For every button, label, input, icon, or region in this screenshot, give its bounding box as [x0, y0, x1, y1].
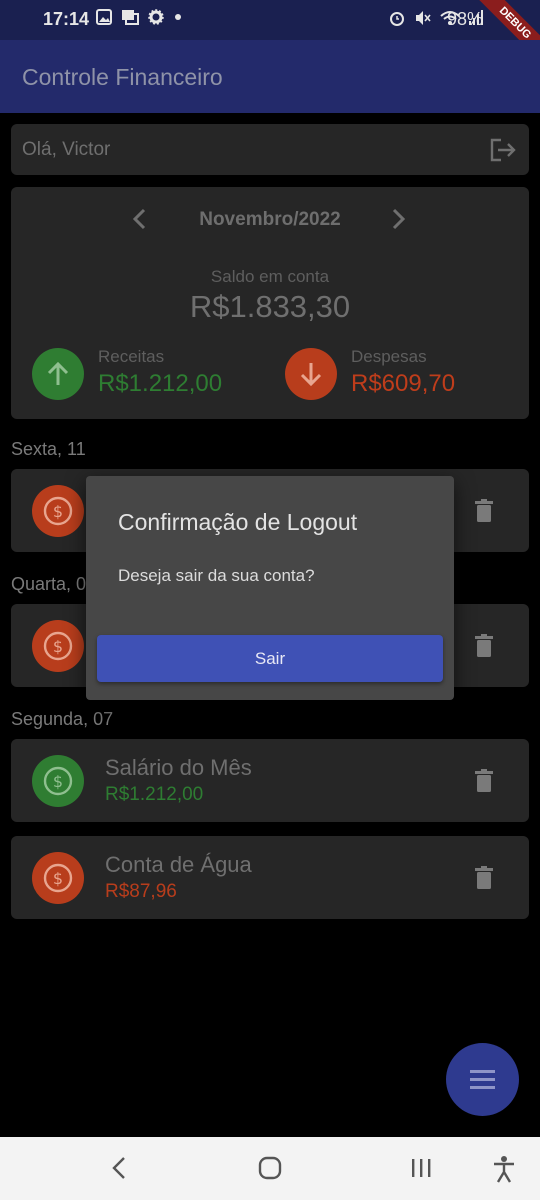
dollar-badge: $ [32, 485, 84, 537]
expense-value: R$609,70 [351, 370, 456, 397]
logout-confirm-button[interactable]: Sair [97, 635, 443, 682]
dialog-title: Confirmação de Logout [118, 509, 358, 535]
delete-icon[interactable] [474, 866, 494, 890]
logout-dialog: Confirmação de Logout Deseja sair da sua… [86, 476, 454, 700]
accessibility-icon[interactable] [492, 1155, 516, 1183]
battery-level: 98% [447, 9, 484, 29]
logout-icon[interactable] [489, 137, 517, 163]
delete-icon[interactable] [474, 499, 494, 523]
transaction-name: Salário do Mês [105, 755, 252, 780]
day-label: Quarta, 0 [11, 574, 87, 594]
income-badge [32, 348, 84, 400]
svg-text:$: $ [53, 869, 63, 888]
app-bar: Controle Financeiro [0, 40, 540, 113]
transaction-card[interactable]: $ Conta de Água R$87,96 [11, 836, 529, 919]
app-title: Controle Financeiro [22, 64, 223, 90]
day-label: Segunda, 07 [11, 709, 114, 729]
mute-icon [416, 11, 431, 25]
svg-text:$: $ [53, 502, 63, 521]
system-nav-bar [0, 1137, 540, 1200]
settings-gear-icon [148, 9, 164, 25]
balance-label: Saldo em conta [210, 267, 330, 286]
transaction-amount: R$87,96 [105, 881, 177, 902]
expense-badge [285, 348, 337, 400]
dollar-icon: $ [43, 631, 73, 661]
next-month-icon[interactable] [391, 207, 407, 231]
dollar-badge: $ [32, 620, 84, 672]
balance-value: R$1.833,30 [189, 289, 351, 324]
dialog-message: Deseja sair da sua conta? [118, 566, 315, 585]
transaction-card[interactable]: $ Salário do Mês R$1.212,00 [11, 739, 529, 822]
dollar-badge: $ [32, 755, 84, 807]
income-value: R$1.212,00 [98, 370, 223, 397]
transaction-amount: R$1.212,00 [105, 784, 204, 805]
expense-label: Despesas [351, 347, 427, 366]
delete-icon[interactable] [474, 634, 494, 658]
menu-fab-button[interactable] [446, 1043, 519, 1116]
dollar-icon: $ [43, 496, 73, 526]
home-icon[interactable] [258, 1155, 282, 1181]
arrow-down-icon [300, 363, 322, 387]
balance-summary-card: Novembro/2022 Saldo em conta R$1.833,30 … [11, 187, 529, 419]
status-bar: 17:14 98% [0, 0, 540, 40]
picture-icon [122, 10, 139, 25]
menu-icon [470, 1070, 495, 1089]
greeting-card: Olá, Victor [11, 124, 529, 175]
image-icon [96, 9, 112, 25]
back-icon[interactable] [110, 1155, 128, 1181]
dot-icon [175, 14, 181, 20]
month-label: Novembro/2022 [199, 209, 341, 230]
svg-text:$: $ [53, 772, 63, 791]
arrow-up-icon [47, 361, 69, 385]
greeting-text: Olá, Victor [22, 139, 111, 160]
transaction-name: Conta de Água [105, 852, 252, 877]
alarm-icon [390, 12, 404, 26]
dollar-icon: $ [43, 766, 73, 796]
notification-icons [96, 9, 183, 25]
day-label: Sexta, 11 [11, 439, 86, 459]
status-time: 17:14 [43, 9, 90, 29]
delete-icon[interactable] [474, 769, 494, 793]
income-label: Receitas [98, 347, 165, 366]
dollar-icon: $ [43, 863, 73, 893]
svg-text:$: $ [53, 637, 63, 656]
recents-icon[interactable] [410, 1155, 432, 1181]
dollar-badge: $ [32, 852, 84, 904]
